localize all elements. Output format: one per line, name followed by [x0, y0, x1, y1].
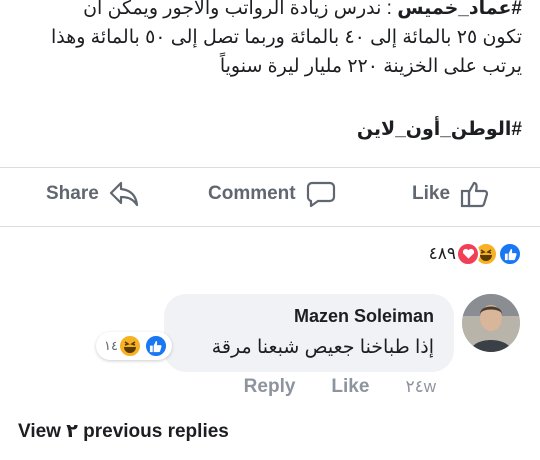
share-button[interactable]: Share — [46, 168, 139, 220]
comment-text: إذا طباخنا جعيص شبعنا مرقة — [211, 337, 434, 358]
post-actions-bar: Share Comment Like — [0, 168, 540, 220]
share-icon — [109, 180, 139, 208]
like-label: Like — [412, 183, 451, 204]
haha-icon — [117, 334, 142, 358]
like-button[interactable]: Like — [412, 168, 490, 220]
post-text: #عماد_خميس : ندرس زيادة الرواتب والأجور … — [12, 0, 522, 81]
post-body-line3: يرتب على الخزينة ٢٢٠ مليار ليرة سنوياً — [219, 56, 522, 77]
avatar[interactable] — [462, 294, 520, 352]
comment-actions: ٢٤w Like Reply — [244, 376, 436, 398]
heart-icon — [456, 242, 480, 266]
like-icon — [498, 242, 522, 266]
comment-button[interactable]: Comment — [208, 168, 336, 220]
comment-time[interactable]: ٢٤w — [405, 377, 436, 397]
comment-icon — [306, 180, 336, 208]
comment-reply-button[interactable]: Reply — [244, 376, 296, 398]
post-hashtag[interactable]: #الوطن_أون_لاين — [357, 118, 522, 141]
thumbs-up-icon — [460, 179, 490, 209]
comment-label: Comment — [208, 183, 296, 204]
comment-reactions[interactable]: ١٤ — [96, 332, 172, 360]
post-body-line1: : ندرس زيادة الرواتب والأجور ويمكن أن — [83, 0, 398, 19]
view-previous-replies-link[interactable]: View ٢ previous replies — [18, 420, 229, 443]
comment-bubble[interactable]: Mazen Soleiman إذا طباخنا جعيص شبعنا مرق… — [164, 294, 454, 372]
like-icon — [143, 334, 168, 358]
reaction-count: ٤٨٩ — [428, 244, 456, 263]
share-label: Share — [46, 183, 99, 204]
comment-like-button[interactable]: Like — [331, 376, 369, 398]
reaction-icons — [456, 242, 522, 266]
post-reactions-summary[interactable]: ٤٨٩ — [429, 242, 522, 266]
post-body-line2: تكون ٢٥ بالمائة إلى ٤٠ بالمائة وربما تصل… — [50, 27, 522, 48]
comment-reaction-count: ١٤ — [104, 338, 118, 353]
divider — [0, 226, 540, 227]
author-hashtag[interactable]: #عماد_خميس — [397, 0, 522, 19]
comment-author[interactable]: Mazen Soleiman — [294, 306, 434, 327]
